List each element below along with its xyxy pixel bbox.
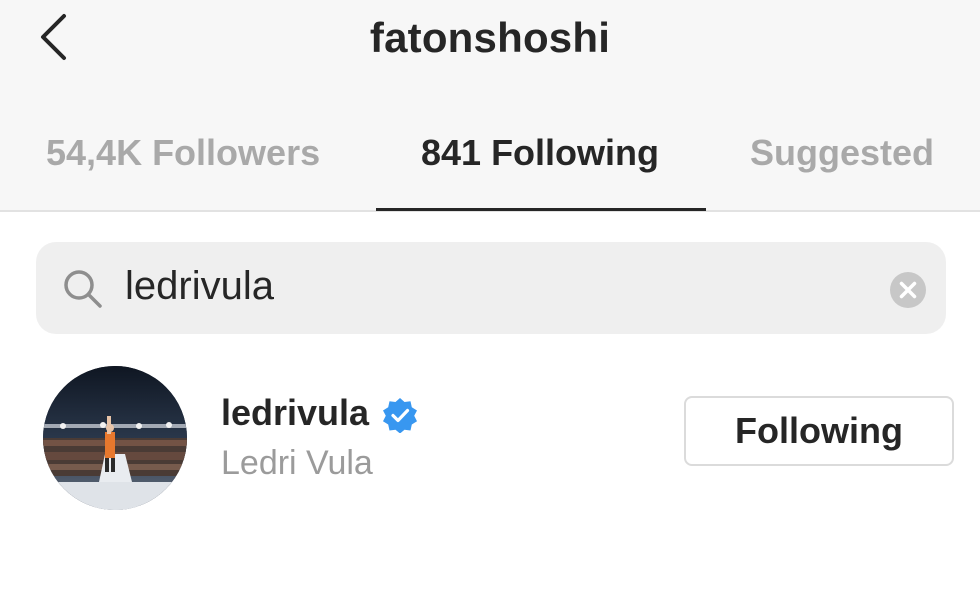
- top-bar: fatonshoshi 54,4K Followers 841 Followin…: [0, 0, 980, 212]
- following-screen: fatonshoshi 54,4K Followers 841 Followin…: [0, 0, 980, 590]
- tab-followers[interactable]: 54,4K Followers: [46, 132, 320, 174]
- avatar[interactable]: [43, 366, 187, 510]
- search-input[interactable]: ledrivula: [36, 242, 946, 334]
- search-query[interactable]: ledrivula: [125, 264, 274, 309]
- verified-badge-icon: [383, 398, 417, 433]
- list-item[interactable]: ledrivula Ledri Vula Following: [0, 362, 980, 512]
- avatar-concert-image: [43, 366, 187, 510]
- search-icon: [64, 270, 102, 308]
- following-button[interactable]: Following: [684, 396, 954, 466]
- clear-circle-icon: [890, 272, 926, 308]
- result-username[interactable]: ledrivula: [221, 392, 369, 434]
- clear-search-button[interactable]: [889, 271, 927, 309]
- active-tab-indicator: [376, 208, 706, 211]
- result-full-name: Ledri Vula: [221, 444, 373, 482]
- tab-following[interactable]: 841 Following: [421, 132, 659, 174]
- tab-suggested[interactable]: Suggested: [750, 132, 934, 174]
- page-title: fatonshoshi: [369, 14, 611, 61]
